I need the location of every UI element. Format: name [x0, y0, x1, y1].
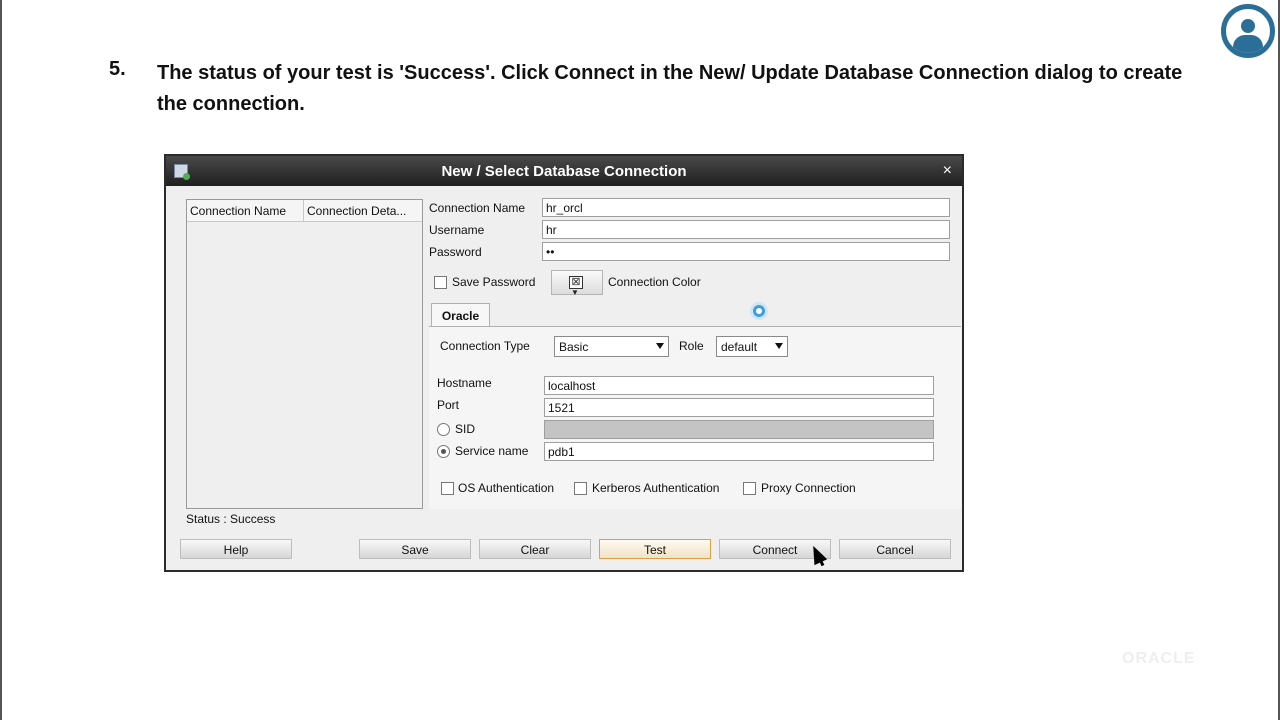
os-authentication-label: OS Authentication	[458, 481, 555, 495]
role-select[interactable]: default	[716, 336, 788, 357]
service-name-label: Service name	[455, 444, 529, 458]
service-name-radio[interactable]	[437, 445, 450, 458]
dialog-title: New / Select Database Connection	[441, 163, 687, 180]
instruction-text: The status of your test is 'Success'. Cl…	[157, 62, 1183, 115]
chevron-down-icon	[656, 343, 664, 349]
kerberos-authentication-checkbox[interactable]	[574, 482, 587, 495]
column-header-connection-details[interactable]: Connection Deta...	[304, 200, 422, 221]
close-icon[interactable]: ×	[943, 162, 952, 180]
clear-button[interactable]: Clear	[479, 539, 591, 559]
dialog-titlebar[interactable]: New / Select Database Connection ×	[166, 156, 962, 186]
tab-oracle[interactable]: Oracle	[431, 303, 490, 327]
sid-label: SID	[455, 422, 476, 436]
password-input[interactable]	[542, 242, 950, 261]
column-header-connection-name[interactable]: Connection Name	[187, 200, 304, 221]
role-value: default	[721, 340, 758, 354]
sid-radio[interactable]	[437, 423, 450, 436]
avatar-head	[1241, 19, 1255, 33]
hostname-label: Hostname	[437, 376, 492, 390]
status-text: Status : Success	[186, 512, 276, 526]
port-label: Port	[437, 398, 460, 412]
connection-list[interactable]: Connection Name Connection Deta...	[186, 199, 423, 509]
presenter-avatar-icon	[1221, 4, 1275, 58]
save-button[interactable]: Save	[359, 539, 471, 559]
hostname-input[interactable]	[544, 376, 934, 395]
chevron-down-icon	[775, 343, 783, 349]
password-label: Password	[429, 245, 482, 259]
kerberos-authentication-label: Kerberos Authentication	[592, 481, 720, 495]
service-name-input[interactable]	[544, 442, 934, 461]
avatar-body	[1233, 35, 1263, 53]
connection-list-header: Connection Name Connection Deta...	[187, 200, 422, 222]
chevron-down-icon: ▼	[571, 288, 579, 297]
connection-name-input[interactable]	[542, 198, 950, 217]
os-authentication-checkbox[interactable]	[441, 482, 454, 495]
username-label: Username	[429, 223, 485, 237]
proxy-connection-checkbox[interactable]	[743, 482, 756, 495]
save-password-checkbox[interactable]	[434, 276, 447, 289]
test-button[interactable]: Test	[599, 539, 711, 559]
connection-name-label: Connection Name	[429, 201, 526, 215]
busy-spinner-icon	[750, 302, 768, 320]
role-label: Role	[679, 339, 704, 353]
username-input[interactable]	[542, 220, 950, 239]
oracle-watermark: ORACLE	[1122, 650, 1196, 667]
save-password-label: Save Password	[452, 275, 536, 289]
connection-type-value: Basic	[559, 340, 589, 354]
connection-color-label: Connection Color	[608, 275, 701, 289]
port-input[interactable]	[544, 398, 934, 417]
step-number: 5.	[109, 58, 126, 80]
sid-input[interactable]	[544, 420, 934, 439]
database-connection-dialog: New / Select Database Connection × Conne…	[164, 154, 964, 572]
proxy-connection-label: Proxy Connection	[761, 481, 856, 495]
connection-type-select[interactable]: Basic	[554, 336, 669, 357]
connection-type-label: Connection Type	[440, 339, 530, 353]
cancel-button[interactable]: Cancel	[839, 539, 951, 559]
help-button[interactable]: Help	[180, 539, 292, 559]
connection-color-button[interactable]: ⊠ ▼	[551, 270, 603, 297]
